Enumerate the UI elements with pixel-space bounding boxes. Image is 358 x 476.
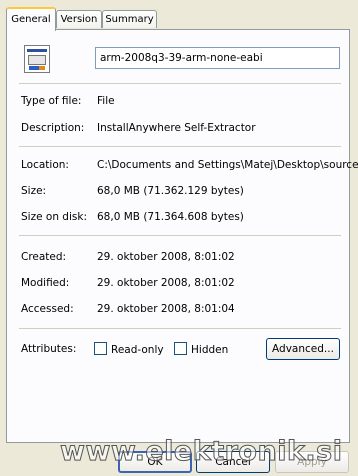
apply-button[interactable]: Apply [275, 451, 349, 473]
accessed-value: 29. oktober 2008, 8:01:04 [97, 303, 235, 315]
tab-general[interactable]: General [6, 7, 56, 31]
divider [19, 235, 341, 236]
readonly-checkbox-label: Read-only [111, 344, 164, 356]
tab-version[interactable]: Version [56, 10, 102, 28]
readonly-checkbox[interactable]: Read-only [94, 342, 164, 358]
tab-summary[interactable]: Summary [102, 10, 157, 28]
icon-blue-block [29, 66, 39, 70]
description-label: Description: [21, 122, 85, 134]
hidden-checkbox-box[interactable] [174, 342, 187, 355]
created-label: Created: [21, 251, 67, 263]
general-panel: Type of file: File Description: InstallA… [6, 29, 358, 443]
size-value: 68,0 MB (71.362.129 bytes) [97, 185, 244, 197]
location-value: C:\Documents and Settings\Matej\Desktop\… [97, 159, 358, 171]
ok-button[interactable]: OK [118, 451, 192, 473]
divider [19, 83, 341, 84]
description-value: InstallAnywhere Self-Extractor [97, 122, 256, 134]
icon-orange-block [39, 66, 45, 70]
installer-file-icon [24, 45, 50, 73]
readonly-checkbox-box[interactable] [94, 342, 107, 355]
icon-window [28, 55, 46, 65]
modified-value: 29. oktober 2008, 8:01:02 [97, 277, 235, 289]
created-value: 29. oktober 2008, 8:01:02 [97, 251, 235, 263]
hidden-checkbox-label: Hidden [191, 344, 229, 356]
location-label: Location: [21, 159, 69, 171]
divider [19, 146, 341, 147]
modified-label: Modified: [21, 277, 70, 289]
cancel-button[interactable]: Cancel [196, 451, 270, 473]
advanced-button[interactable]: Advanced... [266, 338, 340, 360]
attributes-label: Attributes: [21, 343, 77, 355]
size-label: Size: [21, 185, 47, 197]
accessed-label: Accessed: [21, 303, 74, 315]
size-on-disk-label: Size on disk: [21, 211, 87, 223]
file-name-field[interactable] [95, 47, 340, 69]
type-value: File [97, 95, 115, 107]
icon-titlebar [27, 49, 47, 52]
hidden-checkbox[interactable]: Hidden [174, 342, 228, 358]
divider [19, 328, 341, 329]
size-on-disk-value: 68,0 MB (71.364.608 bytes) [97, 211, 244, 223]
type-label: Type of file: [21, 95, 82, 107]
